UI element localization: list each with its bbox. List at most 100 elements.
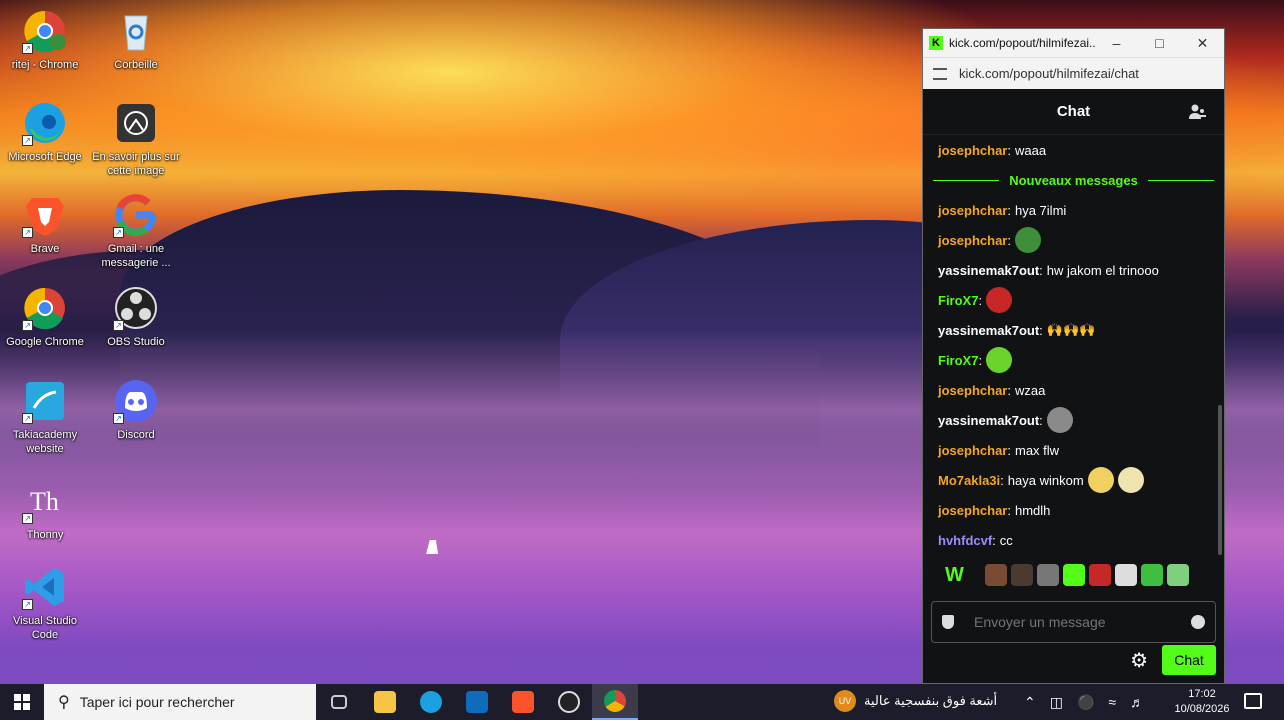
chat-username[interactable]: josephchar — [938, 233, 1007, 248]
quick-emote-icon[interactable] — [1037, 564, 1059, 586]
users-icon[interactable] — [1188, 103, 1206, 121]
file-explorer-icon — [374, 691, 396, 713]
notification-icon[interactable] — [1244, 693, 1262, 709]
emote-w[interactable]: W — [945, 564, 973, 587]
svg-text:Th: Th — [30, 487, 59, 516]
chat-username[interactable]: hvhfdcvf — [938, 533, 992, 548]
divider-line — [933, 179, 1000, 181]
desktop-icon-obs[interactable]: ↗ OBS Studio — [91, 285, 181, 349]
address-bar[interactable]: kick.com/popout/hilmifezai/chat — [923, 57, 1224, 89]
quick-emote-icon[interactable] — [1167, 564, 1189, 586]
brave-taskbar-button[interactable] — [500, 684, 546, 720]
edge-taskbar-button[interactable] — [408, 684, 454, 720]
desktop-icon-takiacademy[interactable]: ↗ Takiacademy website — [0, 378, 90, 456]
message-input[interactable] — [974, 614, 1191, 630]
quick-emote-bar: W — [923, 555, 1224, 595]
chat-username[interactable]: josephchar — [938, 443, 1007, 458]
chat-username[interactable]: yassinemak7out — [938, 323, 1039, 338]
window-titlebar[interactable]: K kick.com/popout/hilmifezai... – □ ✕ — [923, 29, 1224, 57]
chat-message: Mo7akla3i: haya winkom — [923, 465, 1224, 495]
minimize-button[interactable]: – — [1095, 35, 1138, 51]
outlook-button[interactable] — [454, 684, 500, 720]
emoji-picker-icon[interactable] — [1191, 615, 1205, 629]
taskbar: ⚲ Taper ici pour rechercher UV أشعة فوق … — [0, 684, 1284, 720]
obs-taskbar-button[interactable] — [546, 684, 592, 720]
chrome-taskbar-button[interactable] — [592, 684, 638, 720]
chat-username[interactable]: yassinemak7out — [938, 413, 1039, 428]
desktop-icon-learn-more[interactable]: En savoir plus sur cette image — [91, 100, 181, 178]
chat-username[interactable]: josephchar — [938, 203, 1007, 218]
chat-username-separator: : — [978, 292, 983, 308]
chrome-profile-icon: ↗ — [22, 8, 68, 54]
chat-message-text: cc — [999, 532, 1013, 548]
chrome-icon: ↗ — [22, 285, 68, 331]
desktop-icon-google-chrome[interactable]: ↗ Google Chrome — [0, 285, 90, 349]
start-button[interactable] — [0, 684, 44, 720]
edge-icon: ↗ — [22, 100, 68, 146]
chat-emote-icon — [1087, 467, 1114, 493]
gear-icon[interactable]: ⚙ — [1130, 648, 1148, 673]
maximize-button[interactable]: □ — [1138, 35, 1181, 51]
chevron-up-icon[interactable]: ⌃ — [1024, 694, 1036, 711]
takiacademy-icon: ↗ — [22, 378, 68, 424]
quick-emote-icon[interactable] — [1141, 564, 1163, 586]
message-input-box[interactable] — [931, 601, 1216, 643]
chat-username[interactable]: josephchar — [938, 143, 1007, 158]
chat-message-text: haya winkom — [1007, 472, 1084, 488]
clock-time: 17:02 — [1188, 688, 1216, 700]
clock-date: 10/08/2026 — [1174, 703, 1230, 715]
chat-emote-icon — [1046, 407, 1073, 433]
close-button[interactable]: ✕ — [1181, 35, 1224, 52]
quick-emote-icon[interactable] — [1011, 564, 1033, 586]
chat-footer: ⚙ Chat — [1130, 645, 1216, 675]
microphone-icon[interactable]: ⚫ — [1077, 694, 1094, 711]
chat-username-separator: : — [1007, 442, 1011, 458]
weather-widget[interactable]: UV أشعة فوق بنفسجية عالية — [834, 690, 997, 712]
edge-icon — [420, 691, 442, 713]
quick-emote-icon[interactable] — [1089, 564, 1111, 586]
new-messages-label: Nouveaux messages — [1009, 172, 1138, 188]
desktop-icon-ritej-chrome[interactable]: ↗ ritej - Chrome — [0, 8, 90, 72]
chat-message: josephchar: max flw — [923, 435, 1224, 465]
chat-username-separator: : — [1007, 142, 1011, 158]
kick-chat-window: K kick.com/popout/hilmifezai... – □ ✕ ki… — [922, 28, 1225, 684]
file-explorer-button[interactable] — [362, 684, 408, 720]
site-info-icon[interactable] — [933, 67, 947, 80]
quick-emote-icon[interactable] — [985, 564, 1007, 586]
taskbar-clock[interactable]: 17:02 10/08/2026 — [1170, 687, 1234, 717]
desktop-icon-label: Microsoft Edge — [8, 151, 82, 163]
desktop-icon-label: En savoir plus sur cette image — [92, 151, 180, 177]
taskbar-search[interactable]: ⚲ Taper ici pour rechercher — [44, 684, 316, 720]
chat-username-separator: : — [1039, 262, 1043, 278]
chat-username[interactable]: josephchar — [938, 383, 1007, 398]
chat-message: FiroX7: — [923, 285, 1224, 315]
desktop-icon-thonny[interactable]: Th ↗ Thonny — [0, 478, 90, 542]
chat-username-separator: : — [1007, 232, 1011, 248]
send-chat-button[interactable]: Chat — [1162, 645, 1216, 675]
chat-username[interactable]: FiroX7 — [938, 353, 978, 368]
shield-icon[interactable] — [942, 615, 954, 629]
chat-username[interactable]: josephchar — [938, 503, 1007, 518]
chat-username[interactable]: yassinemak7out — [938, 263, 1039, 278]
chat-username[interactable]: Mo7akla3i — [938, 473, 1000, 488]
desktop-icon-discord[interactable]: ↗ Discord — [91, 378, 181, 442]
chat-message: yassinemak7out: — [923, 405, 1224, 435]
desktop-icon-recycle-bin[interactable]: Corbeille — [91, 8, 181, 72]
desktop-icon-edge[interactable]: ↗ Microsoft Edge — [0, 100, 90, 164]
chat-username[interactable]: FiroX7 — [938, 293, 978, 308]
desktop-icon-gmail[interactable]: ↗ Gmail : une messagerie ... — [91, 192, 181, 270]
meet-now-icon[interactable]: ◫ — [1050, 694, 1063, 711]
chat-scrollbar[interactable] — [1218, 405, 1222, 555]
chat-emote-icon — [1014, 227, 1041, 253]
chat-message: josephchar: hya 7ilmi — [923, 195, 1224, 225]
chat-messages: josephchar: waaa Nouveaux messages joseph… — [923, 135, 1224, 555]
quick-emote-icon[interactable] — [1063, 564, 1085, 586]
desktop-icon-label: Corbeille — [114, 59, 158, 71]
quick-emote-icon[interactable] — [1115, 564, 1137, 586]
desktop-icon-vscode[interactable]: ↗ Visual Studio Code — [0, 564, 90, 642]
brave-icon: ↗ — [22, 192, 68, 238]
volume-icon[interactable]: ♬ — [1130, 694, 1144, 710]
desktop-icon-brave[interactable]: ↗ Brave — [0, 192, 90, 256]
task-view-button[interactable] — [316, 684, 362, 720]
wifi-icon[interactable]: ≈ — [1108, 694, 1116, 710]
